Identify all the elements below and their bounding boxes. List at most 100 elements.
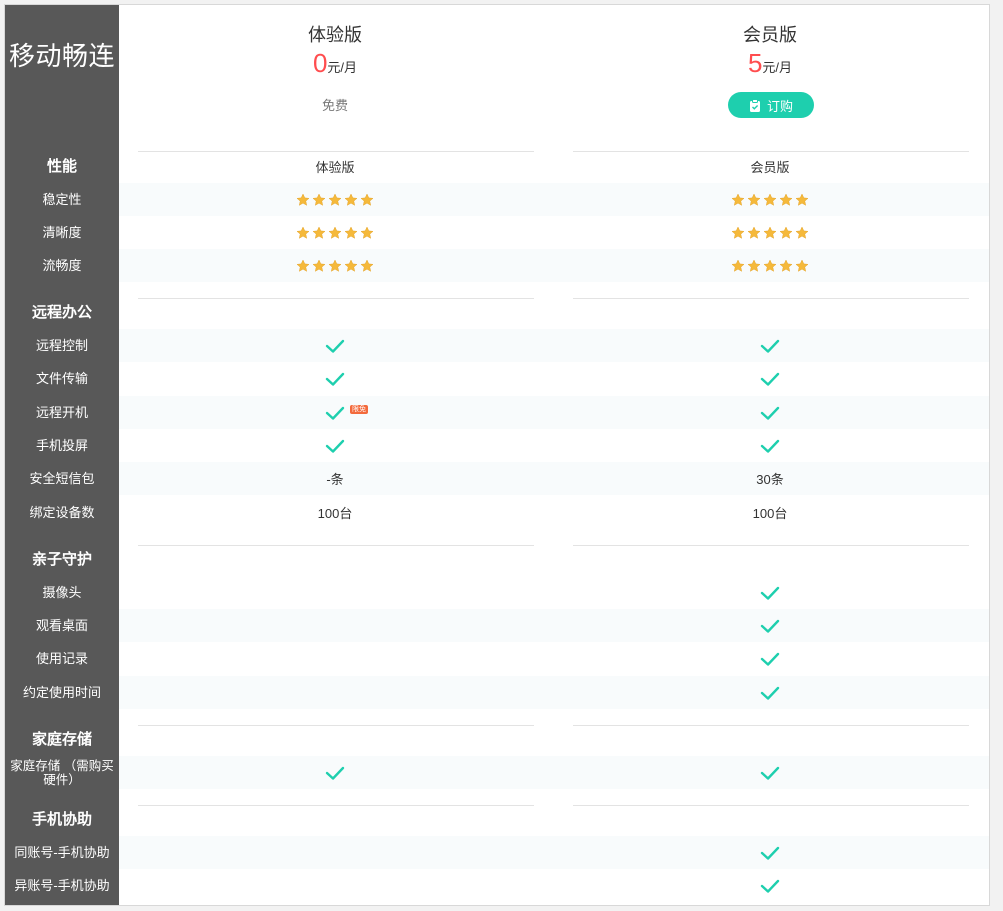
feature-value: 100台 xyxy=(752,506,788,521)
price-unit: 元/月 xyxy=(327,60,358,75)
feature-value xyxy=(555,329,985,362)
feature-label: 远程开机 xyxy=(35,404,88,420)
star-icon xyxy=(779,258,793,272)
feature-label: 使用记录 xyxy=(35,650,88,666)
plan-title-trial: 体验版 xyxy=(308,25,362,45)
feature-label: 远程控制 xyxy=(35,337,88,353)
star-icon xyxy=(328,192,342,206)
star-icon xyxy=(779,192,793,206)
feature-value xyxy=(555,609,985,642)
feature-label: 约定使用时间 xyxy=(22,684,101,700)
divider xyxy=(573,805,969,806)
feature-value: 100台 xyxy=(317,506,353,521)
feature-value xyxy=(555,756,985,789)
divider xyxy=(138,725,534,726)
limited-free-badge: 限免 xyxy=(350,405,368,414)
free-label: 免费 xyxy=(321,98,348,113)
feature-value: 30条 xyxy=(756,472,784,487)
check-icon xyxy=(325,766,345,780)
rating-stars xyxy=(120,183,550,216)
rating-stars xyxy=(120,249,550,282)
feature-value: -条 xyxy=(326,472,344,487)
feature-label: 清晰度 xyxy=(42,224,82,240)
feature-value xyxy=(120,362,550,395)
rating-stars xyxy=(120,216,550,249)
feature-label: 安全短信包 xyxy=(29,470,95,486)
plan-price-trial: 0元/月 xyxy=(120,49,550,82)
star-rating xyxy=(731,192,809,207)
star-icon xyxy=(795,258,809,272)
star-icon xyxy=(763,225,777,239)
star-icon xyxy=(795,225,809,239)
star-rating xyxy=(731,225,809,240)
feature-label: 文件传输 xyxy=(35,370,88,386)
section-label-home-storage: 家庭存储 xyxy=(31,730,92,748)
price-value: 0 xyxy=(312,48,328,78)
divider xyxy=(573,725,969,726)
star-icon xyxy=(328,258,342,272)
feature-label: 同账号-手机协助 xyxy=(14,844,110,860)
check-icon xyxy=(325,372,345,386)
star-icon xyxy=(731,192,745,206)
brand-title: 移动畅连 xyxy=(8,41,115,71)
feature-value xyxy=(120,329,550,362)
price-value: 5 xyxy=(747,48,763,78)
subscribe-button[interactable]: 订购 xyxy=(728,92,814,118)
feature-value xyxy=(120,576,550,609)
feature-value xyxy=(120,836,550,869)
check-icon xyxy=(325,406,345,420)
feature-value xyxy=(555,576,985,609)
section-label-remote-office: 远程办公 xyxy=(31,303,92,321)
rating-stars xyxy=(555,249,985,282)
plan-price-member: 5元/月 xyxy=(555,49,985,82)
star-icon xyxy=(296,192,310,206)
star-icon xyxy=(312,225,326,239)
feature-label: 流畅度 xyxy=(42,257,82,273)
star-icon xyxy=(344,192,358,206)
check-icon xyxy=(760,846,780,860)
feature-value xyxy=(120,396,550,429)
rating-stars xyxy=(555,216,985,249)
divider xyxy=(138,545,534,546)
star-icon xyxy=(747,258,761,272)
divider xyxy=(573,545,969,546)
feature-value xyxy=(120,429,550,462)
check-icon xyxy=(760,439,780,453)
comparison-frame: 移动畅连 性能 稳定性 清晰度 流畅度 远程办公 远程控制 文件传输 远程开机 … xyxy=(4,4,990,906)
star-rating xyxy=(296,192,374,207)
star-rating xyxy=(296,258,374,273)
subscribe-button-label: 订购 xyxy=(766,98,793,114)
feature-value xyxy=(555,396,985,429)
check-icon xyxy=(760,372,780,386)
star-icon xyxy=(763,192,777,206)
check-icon xyxy=(325,439,345,453)
divider xyxy=(138,805,534,806)
star-icon xyxy=(731,225,745,239)
feature-value xyxy=(120,609,550,642)
star-icon xyxy=(296,225,310,239)
star-icon xyxy=(779,225,793,239)
star-icon xyxy=(747,225,761,239)
feature-value xyxy=(120,869,550,902)
feature-value xyxy=(555,642,985,675)
star-icon xyxy=(795,192,809,206)
star-icon xyxy=(328,225,342,239)
price-unit: 元/月 xyxy=(762,60,793,75)
section-label-parental: 亲子守护 xyxy=(31,550,92,568)
column-header-trial: 体验版 xyxy=(315,160,355,175)
feature-value xyxy=(555,362,985,395)
check-icon xyxy=(760,766,780,780)
star-icon xyxy=(360,258,374,272)
check-icon xyxy=(760,686,780,700)
divider xyxy=(138,298,534,299)
feature-label: 摄像头 xyxy=(42,584,82,600)
feature-value xyxy=(555,676,985,709)
star-icon xyxy=(360,225,374,239)
feature-value xyxy=(120,642,550,675)
feature-value xyxy=(555,869,985,902)
feature-sidebar: 移动畅连 性能 稳定性 清晰度 流畅度 远程办公 远程控制 文件传输 远程开机 … xyxy=(5,5,119,905)
feature-label: 家庭存储 （需购买硬件） xyxy=(10,758,114,787)
star-icon xyxy=(344,258,358,272)
feature-label: 异账号-手机协助 xyxy=(14,877,110,893)
plan-title-member: 会员版 xyxy=(743,25,797,45)
